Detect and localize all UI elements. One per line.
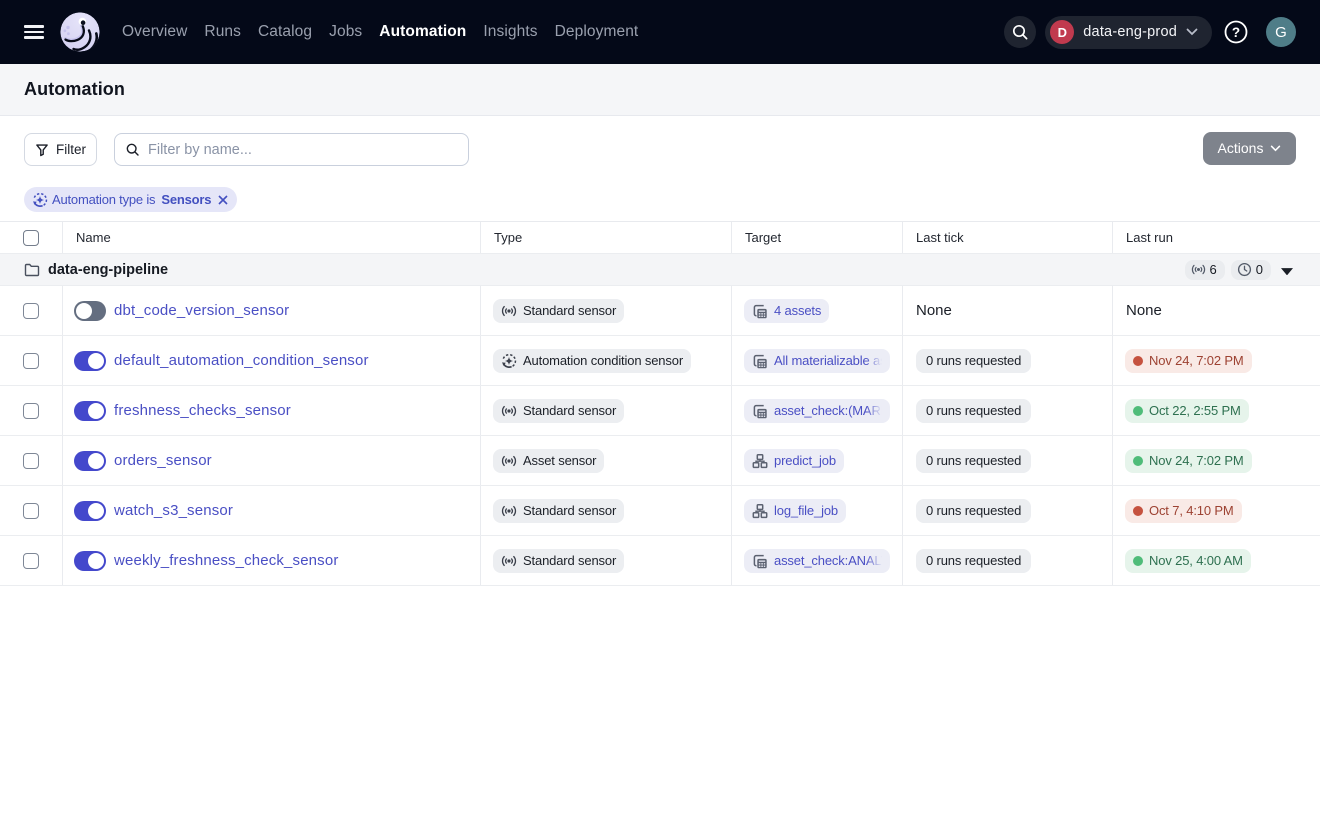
svg-text:?: ? (1232, 25, 1240, 40)
